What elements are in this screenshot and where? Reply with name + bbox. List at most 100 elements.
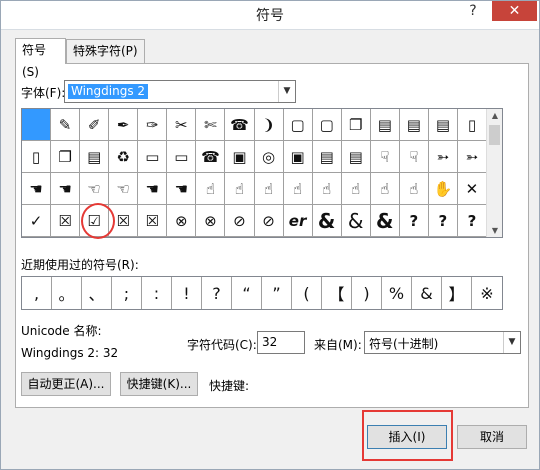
symbol-cell[interactable]: ❐ bbox=[341, 109, 371, 141]
char-code-input[interactable]: 32 bbox=[257, 331, 305, 354]
from-select[interactable]: 符号(十进制) ▼ bbox=[364, 331, 521, 354]
symbol-cell[interactable]: ▤ bbox=[341, 141, 371, 173]
symbol-cell[interactable]: ✎ bbox=[51, 109, 81, 141]
symbol-cell[interactable]: ? bbox=[399, 205, 429, 237]
recent-symbol[interactable]: 【 bbox=[322, 277, 352, 309]
symbol-cell[interactable]: ☟ bbox=[370, 141, 400, 173]
recent-symbol[interactable]: 、 bbox=[82, 277, 112, 309]
symbol-cell[interactable]: ☜ bbox=[109, 173, 139, 205]
recent-symbol[interactable]: ) bbox=[352, 277, 382, 309]
symbol-cell[interactable]: ✒ bbox=[109, 109, 139, 141]
autocorrect-button[interactable]: 自动更正(A)... bbox=[21, 372, 111, 396]
recent-symbol[interactable]: , bbox=[22, 277, 52, 309]
char-code-label: 字符代码(C): bbox=[187, 338, 257, 352]
symbol-cell[interactable]: ☝ bbox=[370, 173, 400, 205]
symbol-cell[interactable]: ▤ bbox=[370, 109, 400, 141]
symbol-cell[interactable]: ☚ bbox=[138, 173, 168, 205]
recent-symbol[interactable]: ( bbox=[292, 277, 322, 309]
symbol-cell[interactable]: ❩ bbox=[254, 109, 284, 141]
recent-symbol[interactable]: “ bbox=[232, 277, 262, 309]
symbol-cell[interactable]: ▭ bbox=[138, 141, 168, 173]
chevron-down-icon[interactable]: ▼ bbox=[503, 332, 520, 353]
symbol-cell[interactable]: ☚ bbox=[51, 173, 81, 205]
symbol-cell[interactable]: ❐ bbox=[51, 141, 81, 173]
symbol-cell[interactable]: er bbox=[283, 205, 313, 237]
tab-special-characters[interactable]: 特殊字符(P) bbox=[66, 39, 145, 63]
symbol-cell[interactable]: ▤ bbox=[80, 141, 110, 173]
symbol-cell[interactable]: ✑ bbox=[138, 109, 168, 141]
chevron-down-icon[interactable]: ▼ bbox=[487, 226, 503, 235]
highlight-rectangle bbox=[362, 410, 453, 461]
symbol-cell[interactable]: ☝ bbox=[312, 173, 342, 205]
recent-symbol[interactable]: & bbox=[412, 277, 442, 309]
symbol-cell[interactable]: ▢ bbox=[283, 109, 313, 141]
symbol-cell[interactable]: ☎ bbox=[196, 141, 226, 173]
symbol-cell[interactable]: ☝ bbox=[283, 173, 313, 205]
symbol-cell[interactable]: ☝ bbox=[196, 173, 226, 205]
chevron-up-icon[interactable]: ▲ bbox=[487, 111, 503, 120]
recent-symbol[interactable]: ? bbox=[202, 277, 232, 309]
chevron-down-icon[interactable]: ▼ bbox=[278, 81, 295, 102]
symbol-cell[interactable]: ➳ bbox=[457, 141, 487, 173]
symbol-cell[interactable]: ◎ bbox=[254, 141, 284, 173]
shortcut-key-button[interactable]: 快捷键(K)... bbox=[120, 372, 198, 396]
symbol-cell[interactable]: ☜ bbox=[80, 173, 110, 205]
recent-symbol[interactable]: ! bbox=[172, 277, 202, 309]
symbol-cell[interactable]: ? bbox=[428, 205, 458, 237]
recent-symbol[interactable]: : bbox=[142, 277, 172, 309]
symbol-cell[interactable]: & bbox=[312, 205, 342, 237]
symbol-cell[interactable]: ☎ bbox=[225, 109, 255, 141]
symbol-cell[interactable]: ▭ bbox=[167, 141, 197, 173]
symbol-cell[interactable]: ⊗ bbox=[167, 205, 197, 237]
symbol-cell[interactable]: ▤ bbox=[399, 109, 429, 141]
help-button[interactable]: ? bbox=[463, 3, 483, 23]
dialog-title: 符号 bbox=[256, 8, 284, 24]
recent-symbol[interactable]: ” bbox=[262, 277, 292, 309]
symbol-cell[interactable]: ? bbox=[457, 205, 487, 237]
symbol-cell[interactable]: ✋ bbox=[428, 173, 458, 205]
recent-symbol[interactable]: % bbox=[382, 277, 412, 309]
symbol-cell[interactable] bbox=[22, 109, 52, 141]
symbol-cell[interactable]: & bbox=[370, 205, 400, 237]
symbol-cell[interactable]: ☝ bbox=[254, 173, 284, 205]
recent-symbol[interactable]: 。 bbox=[52, 277, 82, 309]
recent-symbol[interactable]: 】 bbox=[442, 277, 472, 309]
symbol-cell[interactable]: ⊗ bbox=[196, 205, 226, 237]
close-button[interactable]: ✕ bbox=[492, 1, 537, 21]
font-label: 字体(F): bbox=[21, 86, 66, 100]
recent-symbol[interactable]: ; bbox=[112, 277, 142, 309]
tab-symbols[interactable]: 符号(S) bbox=[15, 38, 66, 79]
font-select[interactable]: Wingdings 2 ▼ bbox=[64, 80, 296, 103]
symbol-cell[interactable]: & bbox=[341, 205, 371, 237]
symbol-grid-scrollbar[interactable]: ▲ ▼ bbox=[486, 109, 502, 237]
symbol-cell[interactable]: ☝ bbox=[341, 173, 371, 205]
symbol-cell[interactable]: ✄ bbox=[196, 109, 226, 141]
scrollbar-thumb[interactable] bbox=[489, 125, 500, 145]
symbol-cell[interactable]: ☒ bbox=[138, 205, 168, 237]
unicode-name-label: Unicode 名称: bbox=[21, 324, 102, 338]
symbol-cell[interactable]: ☚ bbox=[167, 173, 197, 205]
symbol-cell[interactable]: ▣ bbox=[225, 141, 255, 173]
symbol-cell[interactable]: ☝ bbox=[225, 173, 255, 205]
symbol-cell[interactable]: ▯ bbox=[22, 141, 52, 173]
recent-symbol[interactable]: ※ bbox=[472, 277, 502, 309]
symbol-cell[interactable]: ✓ bbox=[22, 205, 52, 237]
symbol-cell[interactable]: ▤ bbox=[428, 109, 458, 141]
symbol-cell[interactable]: ⊘ bbox=[254, 205, 284, 237]
symbol-cell[interactable]: ☟ bbox=[399, 141, 429, 173]
symbol-cell[interactable]: ♻ bbox=[109, 141, 139, 173]
symbol-cell[interactable]: ✂ bbox=[167, 109, 197, 141]
symbol-cell[interactable]: ☝ bbox=[399, 173, 429, 205]
symbol-cell[interactable]: ▤ bbox=[312, 141, 342, 173]
symbol-cell[interactable]: ☒ bbox=[51, 205, 81, 237]
symbol-cell[interactable]: ✐ bbox=[80, 109, 110, 141]
cancel-button[interactable]: 取消 bbox=[457, 425, 527, 449]
symbol-cell[interactable]: ⊘ bbox=[225, 205, 255, 237]
symbol-cell[interactable]: ▢ bbox=[312, 109, 342, 141]
symbol-cell[interactable]: ☚ bbox=[22, 173, 52, 205]
symbol-cell[interactable]: ➳ bbox=[428, 141, 458, 173]
symbol-cell[interactable]: ▣ bbox=[283, 141, 313, 173]
symbol-dialog: 符号 ? ✕ 符号(S) 特殊字符(P) 字体(F): Wingdings 2 … bbox=[0, 0, 540, 470]
symbol-cell[interactable]: ▯ bbox=[457, 109, 487, 141]
symbol-cell[interactable]: ✕ bbox=[457, 173, 487, 205]
